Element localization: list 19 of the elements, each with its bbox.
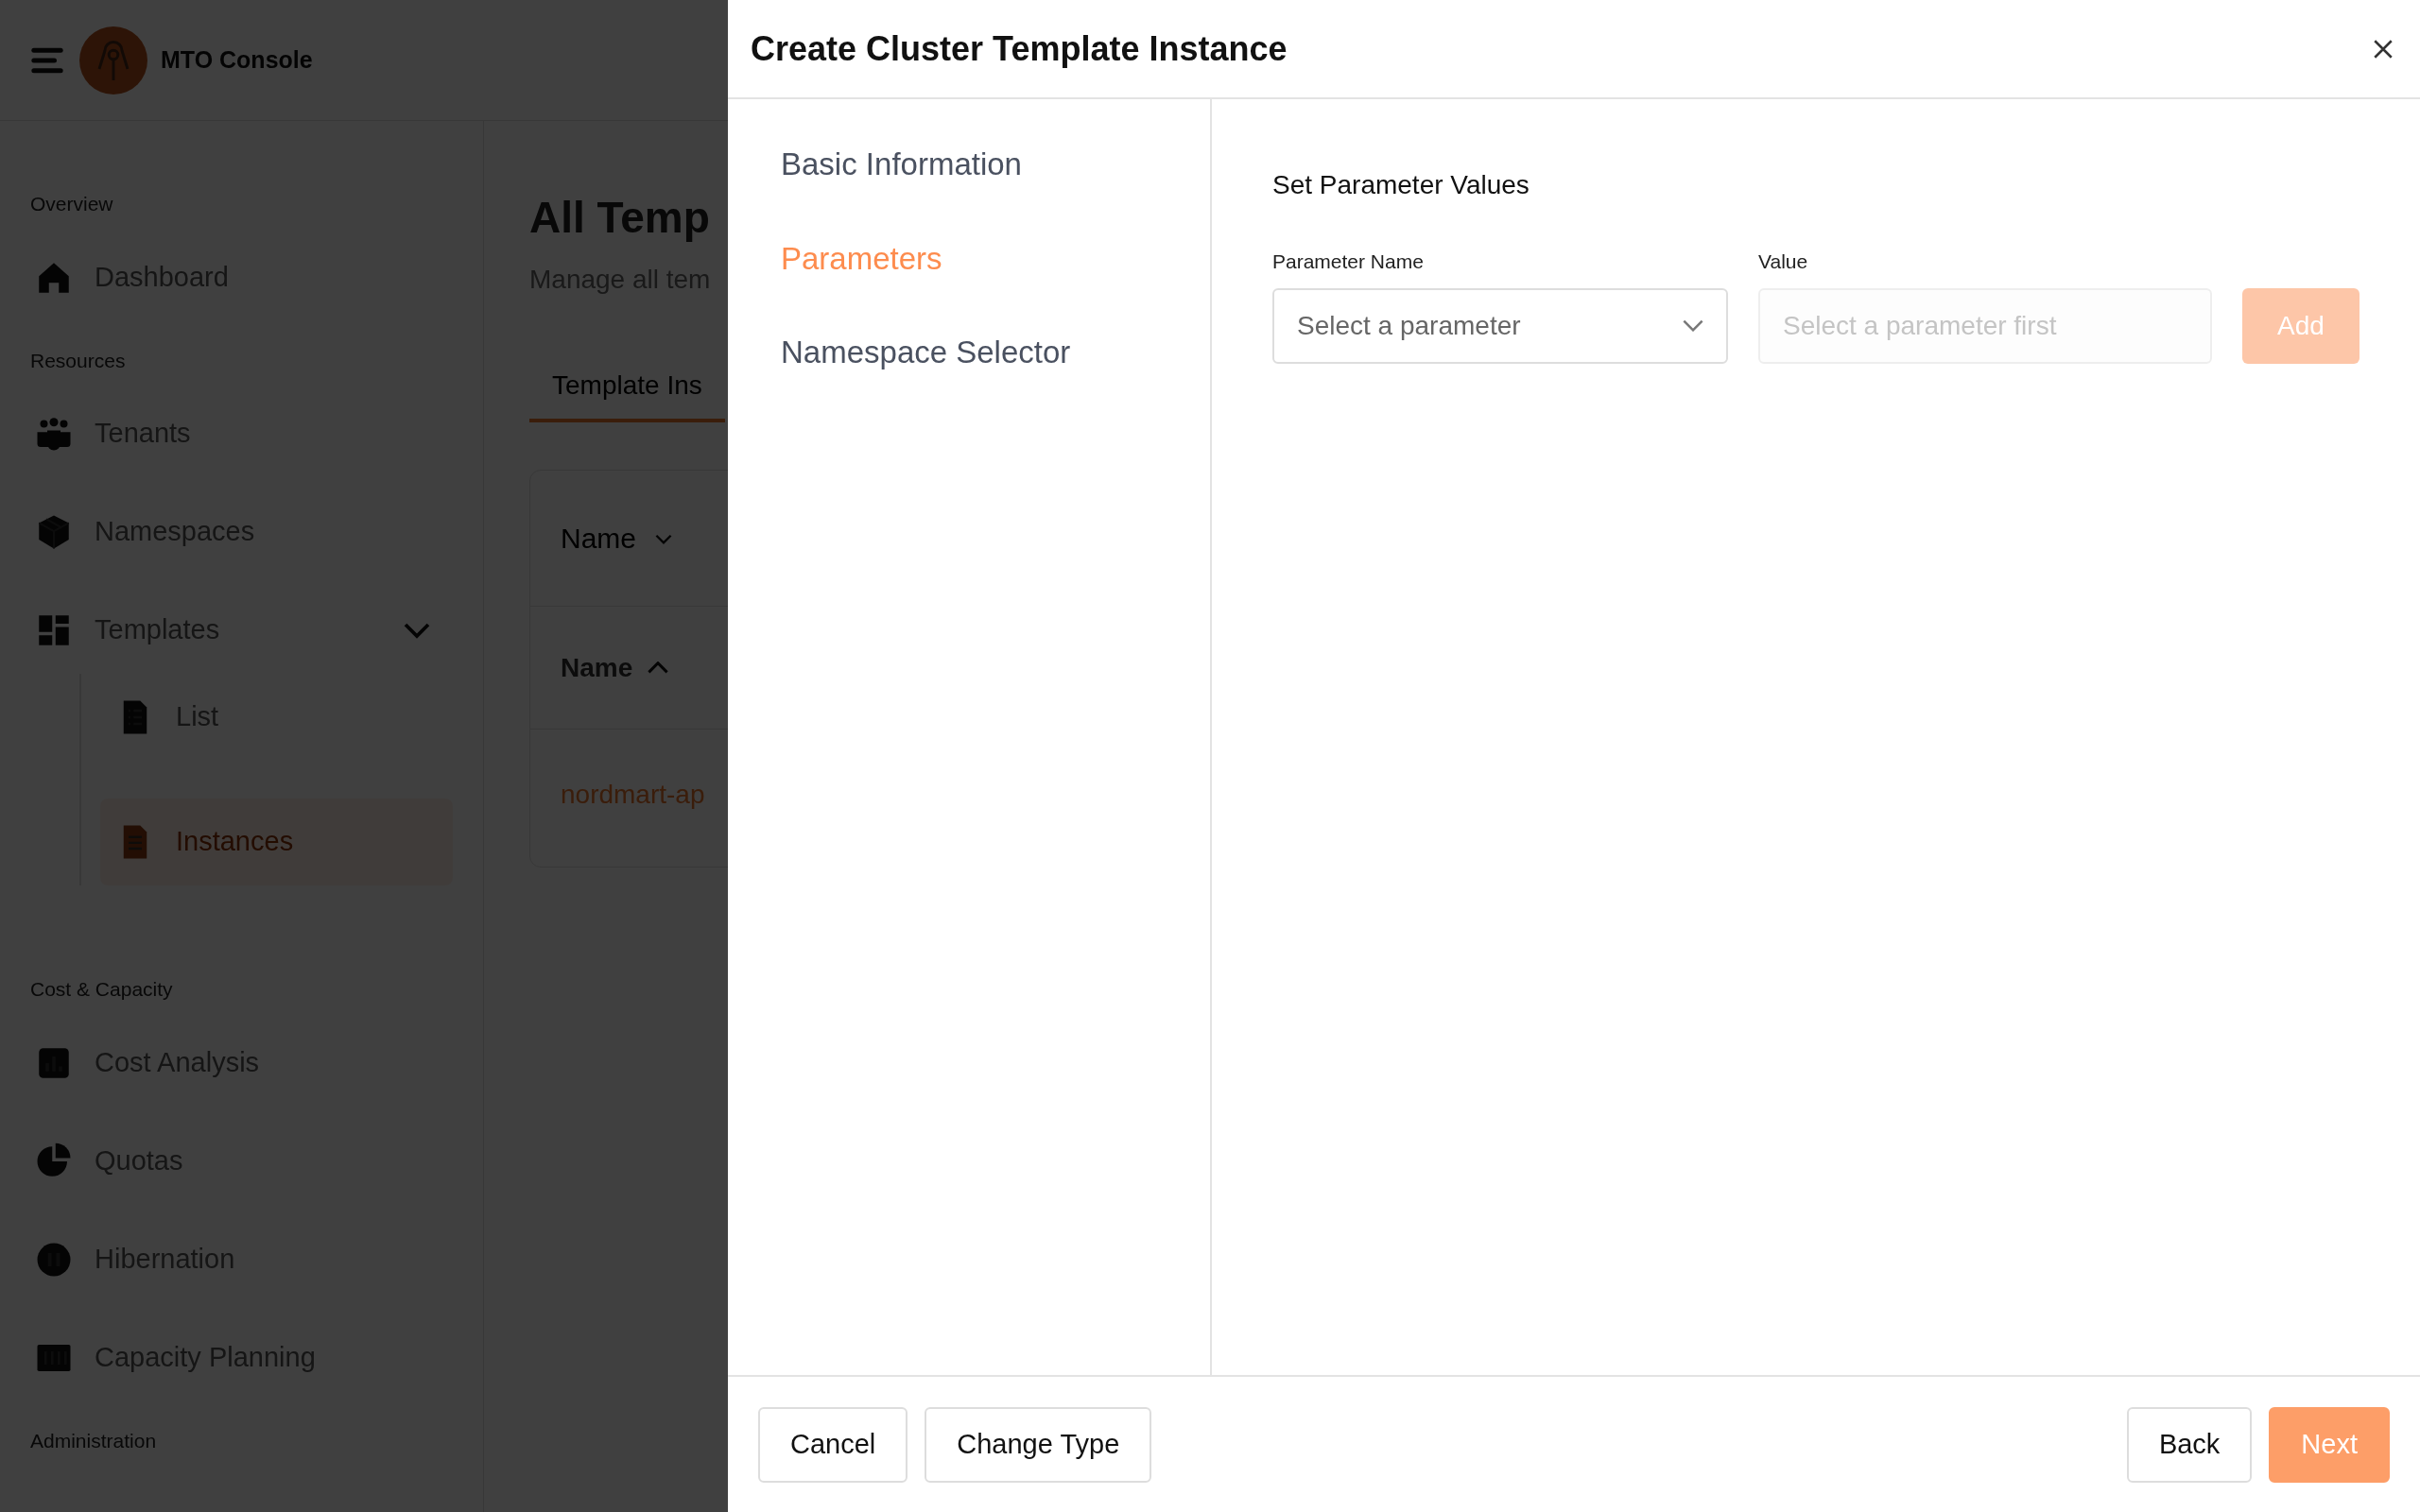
- footer-button[interactable]: Back: [2126, 1406, 2253, 1483]
- section-label: Cost & Capacity: [30, 977, 173, 1002]
- parameter-select[interactable]: Select a parameter: [1272, 287, 1728, 364]
- chevron-icon: [1683, 319, 1703, 332]
- dialog-title: Create Cluster Template Instance: [751, 27, 1288, 70]
- section-label: Administration: [30, 1428, 157, 1453]
- section-title: Set Parameter Values: [1272, 169, 1530, 201]
- footer-button[interactable]: Cancel: [758, 1406, 908, 1483]
- field-label: Value: [1758, 249, 1809, 274]
- footer-button[interactable]: Change Type: [925, 1406, 1152, 1483]
- section-label: Overview: [30, 192, 113, 216]
- step-item[interactable]: Namespace Selector: [781, 329, 1071, 376]
- section-label: Resources: [30, 348, 126, 373]
- step-item[interactable]: Parameters: [781, 234, 942, 282]
- app-title: MTO Console: [161, 44, 313, 75]
- step-item[interactable]: Basic Information: [781, 141, 1022, 188]
- field-label: Parameter Name: [1272, 249, 1425, 274]
- next-button[interactable]: Next: [2269, 1406, 2390, 1483]
- page-title: All Temp: [529, 192, 710, 244]
